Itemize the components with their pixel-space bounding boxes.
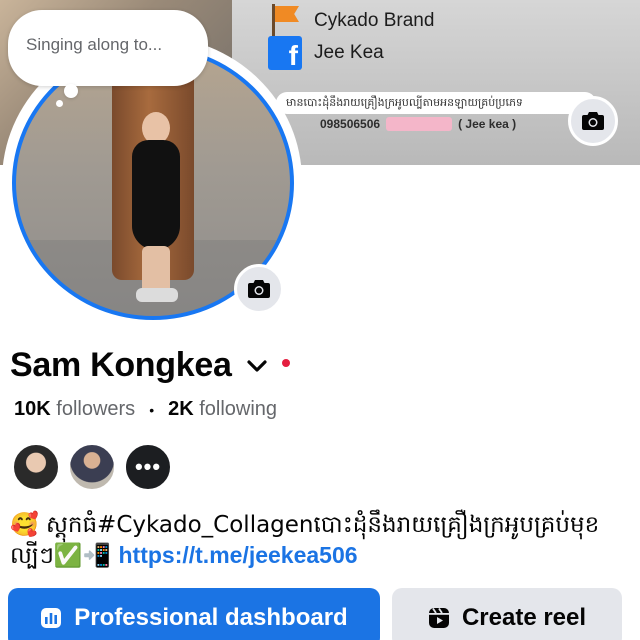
- cover-phone-line: 098506506 ( Jee kea ): [320, 117, 516, 131]
- facebook-icon: f: [268, 36, 302, 70]
- cover-banner-text: មានបោះដុំនឹងរាយគ្រឿងក្រអូបល្បីតាមអនឡាយគ្…: [276, 92, 596, 114]
- friend-avatar[interactable]: [12, 443, 60, 491]
- profile-name-row: Sam Kongkea: [10, 346, 290, 385]
- camera-icon: [248, 280, 270, 298]
- cover-fb-label: Jee Kea: [314, 42, 384, 63]
- cover-fb-row: f Jee Kea: [268, 36, 384, 70]
- chevron-down-icon[interactable]: [246, 355, 268, 377]
- professional-dashboard-label: Professional dashboard: [74, 604, 348, 631]
- following-label: following: [199, 398, 278, 420]
- following-link[interactable]: 2K following: [168, 398, 277, 421]
- cover-brand-label: Cykado Brand: [314, 10, 435, 31]
- status-note-dot-small: [56, 100, 63, 107]
- status-note-dot: [64, 84, 78, 98]
- followers-label: followers: [56, 398, 136, 420]
- profile-bio: 🥰 ស្តុកធំ#Cykado_Collagenបោះដុំនឹងរាយគ្រ…: [10, 510, 630, 571]
- followers-link[interactable]: 10K followers: [14, 398, 135, 421]
- reel-icon: [428, 608, 449, 628]
- professional-dashboard-button[interactable]: Professional dashboard: [8, 588, 380, 640]
- edit-cover-camera-button[interactable]: [568, 96, 618, 146]
- bows-sticker: [386, 117, 453, 131]
- notification-dot: [281, 358, 290, 367]
- cover-brand-row: Cykado Brand: [268, 4, 434, 38]
- camera-icon: [582, 112, 604, 130]
- create-reel-label: Create reel: [461, 604, 587, 631]
- status-note-text: Singing along to...: [26, 35, 163, 54]
- followers-count: 10K: [14, 398, 51, 420]
- stats-separator: •: [149, 401, 155, 418]
- cover-phone-suffix: ( Jee kea ): [458, 117, 517, 131]
- dashboard-icon: [41, 608, 62, 628]
- friends-preview: •••: [12, 443, 172, 491]
- flag-icon: [268, 4, 302, 38]
- more-friends-button[interactable]: •••: [124, 443, 172, 491]
- cover-phone-number: 098506506: [320, 117, 381, 131]
- create-reel-button[interactable]: Create reel: [392, 588, 622, 640]
- profile-stats: 10K followers • 2K following: [14, 398, 277, 421]
- bio-link[interactable]: https://t.me/jeekea506: [119, 542, 358, 568]
- friend-avatar[interactable]: [68, 443, 116, 491]
- profile-name: Sam Kongkea: [10, 346, 232, 384]
- edit-avatar-camera-button[interactable]: [234, 264, 284, 314]
- following-count: 2K: [168, 398, 194, 420]
